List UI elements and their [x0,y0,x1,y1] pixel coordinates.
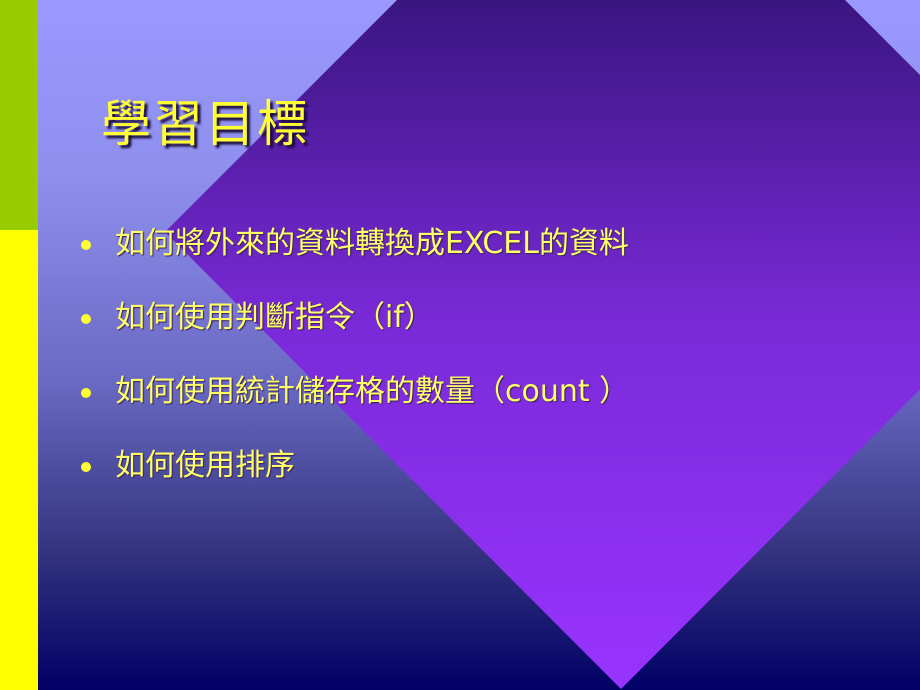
bullet-dot-icon [81,240,91,250]
bullet-item: 如何使用統計儲存格的數量（count ） [78,368,629,442]
bullet-item: 如何使用判斷指令（if） [78,294,629,368]
bullet-item: 如何將外來的資料轉換成EXCEL的資料 [78,220,629,294]
bullet-text: 如何使用排序 [115,448,295,483]
bullet-dot-icon [81,462,91,472]
bullet-list: 如何將外來的資料轉換成EXCEL的資料 如何使用判斷指令（if） 如何使用統計儲… [78,220,629,516]
bullet-text: 如何使用統計儲存格的數量（count ） [115,374,630,409]
slide-title: 學習目標 [101,95,309,153]
bullet-dot-icon [81,388,91,398]
bullet-text: 如何將外來的資料轉換成EXCEL的資料 [115,226,629,261]
bullet-dot-icon [81,314,91,324]
slide: 學習目標 如何將外來的資料轉換成EXCEL的資料 如何使用判斷指令（if） 如何… [0,0,920,690]
bullet-item: 如何使用排序 [78,442,629,516]
bullet-text: 如何使用判斷指令（if） [115,300,434,335]
